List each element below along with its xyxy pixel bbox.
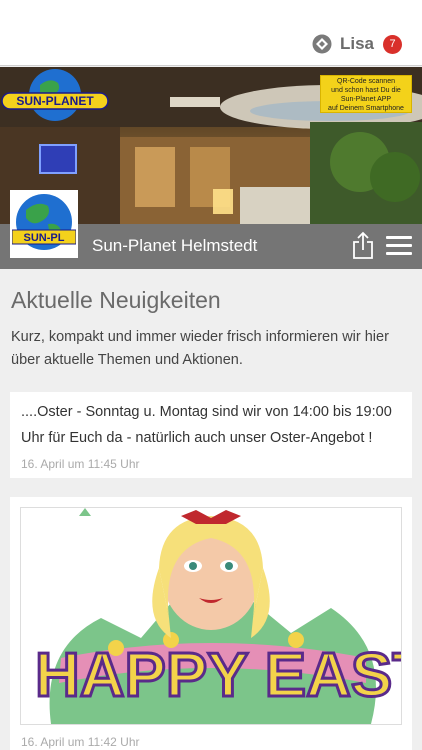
post-date: 16. April um 11:45 Uhr <box>21 457 140 471</box>
logo-text: SUN-PLANET <box>16 94 94 108</box>
section-title: Aktuelle Neuigkeiten <box>11 287 221 313</box>
qr-note-line: QR-Code scannen <box>337 78 395 85</box>
notification-badge[interactable]: 7 <box>383 34 402 54</box>
news-post[interactable]: ....Oster - Sonntag u. Montag sind wir v… <box>10 392 412 478</box>
happy-easter-image: HAPPY EASTER <box>21 508 401 724</box>
menu-line <box>386 252 412 255</box>
section-intro: Kurz, kompakt und immer wieder frisch in… <box>11 329 389 368</box>
post-date: 16. April um 11:42 Uhr <box>21 735 140 749</box>
post-text: ....Oster - Sonntag u. Montag sind wir v… <box>21 404 392 446</box>
qr-note-line: auf Deinem Smartphone <box>328 105 404 112</box>
network-icon <box>312 34 332 54</box>
shop-logo-tile: SUN-PL <box>10 190 78 258</box>
qr-note-line: und schon hast Du die <box>331 87 401 94</box>
menu-line <box>386 236 412 239</box>
user-name[interactable]: Lisa <box>340 34 374 54</box>
top-bar: Lisa 7 <box>0 0 422 66</box>
menu-line <box>386 244 412 247</box>
qr-note-line: Sun-Planet APP <box>340 96 392 103</box>
post-image[interactable]: HAPPY EASTER <box>20 507 402 725</box>
qr-code-note: QR-Code scannen und schon hast Du die Su… <box>320 75 412 113</box>
hamburger-menu-icon[interactable] <box>386 236 412 256</box>
logo-tile-text: SUN-PL <box>24 232 65 244</box>
news-post[interactable]: HAPPY EASTER 16. April um 11:42 Uhr <box>10 497 412 750</box>
globe-logo-icon: SUN-PL <box>11 192 77 256</box>
shop-title: Sun-Planet Helmstedt <box>92 236 258 255</box>
sun-planet-logo: SUN-PLANET <box>1 69 109 121</box>
easter-headline: HAPPY EASTER <box>35 641 401 710</box>
user-profile[interactable]: Lisa 7 <box>312 32 402 56</box>
share-icon[interactable] <box>352 231 374 259</box>
